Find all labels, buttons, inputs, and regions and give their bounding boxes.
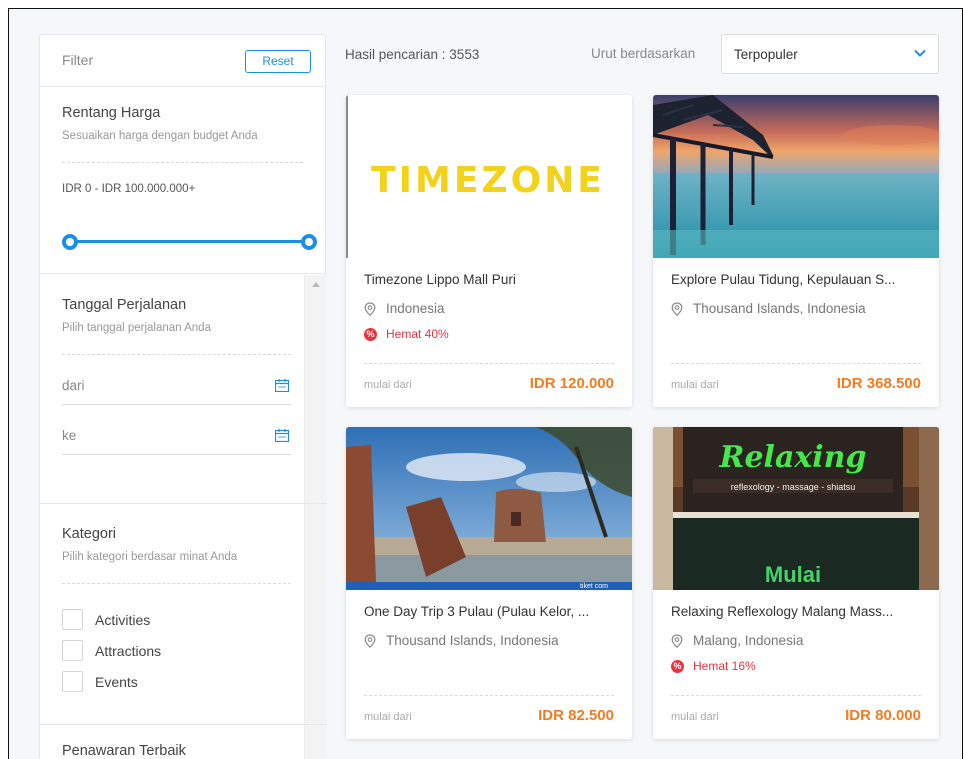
divider xyxy=(62,162,303,163)
price-slider-min-handle[interactable] xyxy=(62,234,78,250)
divider xyxy=(364,363,614,364)
reset-button[interactable]: Reset xyxy=(245,50,311,73)
bridge-sunset-illustration xyxy=(653,95,939,258)
card-price: IDR 80.000 xyxy=(845,707,921,724)
price-prefix: mulai dari xyxy=(671,711,719,723)
card-location: Thousand Islands, Indonesia xyxy=(364,633,559,648)
travel-date-subtitle: Pilih tanggal perjalanan Anda xyxy=(62,322,211,334)
checkbox[interactable] xyxy=(62,671,83,692)
category-option-label: Events xyxy=(95,673,138,690)
product-card[interactable]: TIMEZONE Timezone Lippo Mall Puri Indone… xyxy=(346,95,632,407)
price-slider-max-handle[interactable] xyxy=(301,234,317,250)
storefront-sign-text: Relaxing xyxy=(719,440,867,475)
card-location-text: Malang, Indonesia xyxy=(693,633,804,648)
price-prefix: mulai dari xyxy=(364,711,412,723)
category-option-events[interactable]: Events xyxy=(62,666,291,697)
spa-storefront-photo: Relaxing reflexology - massage - shiatsu… xyxy=(653,427,939,590)
divider xyxy=(671,363,921,364)
category-option-attractions[interactable]: Attractions xyxy=(62,635,291,666)
price-slider-track xyxy=(68,240,311,243)
card-title[interactable]: Relaxing Reflexology Malang Mass... xyxy=(671,604,923,619)
filter-sidebar: Filter Reset Rentang Harga Sesuaikan har… xyxy=(39,34,327,759)
fort-ruins-photo: tiket com xyxy=(346,427,632,590)
price-slider[interactable] xyxy=(62,234,317,250)
location-pin-icon xyxy=(671,301,683,316)
travel-date-title: Tanggal Perjalanan xyxy=(62,297,187,313)
category-option-label: Attractions xyxy=(95,642,162,659)
discount-badge: % Hemat 16% xyxy=(671,659,756,673)
location-pin-icon xyxy=(364,633,376,648)
best-offer-section: Penawaran Terbaik xyxy=(40,725,327,759)
timezone-logo-image: TIMEZONE xyxy=(346,95,632,258)
price-range-section: Rentang Harga Sesuaikan harga dengan bud… xyxy=(40,87,325,274)
divider xyxy=(671,695,921,696)
date-from-field[interactable]: dari xyxy=(62,365,291,405)
calendar-icon[interactable] xyxy=(275,379,289,392)
discount-text: Hemat 16% xyxy=(693,659,756,673)
divider xyxy=(364,695,614,696)
card-price: IDR 368.500 xyxy=(836,375,921,392)
card-location: Thousand Islands, Indonesia xyxy=(671,301,866,316)
discount-text: Hemat 40% xyxy=(386,327,449,341)
category-subtitle: Pilih kategori berdasar minat Anda xyxy=(62,551,238,563)
page-frame: Filter Reset Rentang Harga Sesuaikan har… xyxy=(8,8,963,759)
travel-date-section: Tanggal Perjalanan Pilih tanggal perjala… xyxy=(40,275,327,504)
location-pin-icon xyxy=(364,301,376,316)
sort-selected-value: Terpopuler xyxy=(734,47,798,62)
chevron-down-icon xyxy=(914,49,926,57)
product-card[interactable]: Relaxing reflexology - massage - shiatsu… xyxy=(653,427,939,739)
category-section: Kategori Pilih kategori berdasar minat A… xyxy=(40,504,327,725)
sort-label: Urut berdasarkan xyxy=(591,46,696,61)
filter-scroll-area: Tanggal Perjalanan Pilih tanggal perjala… xyxy=(40,275,327,759)
spa-storefront-illustration: Relaxing reflexology - massage - shiatsu… xyxy=(653,427,939,590)
calendar-icon[interactable] xyxy=(275,429,289,442)
date-from-placeholder: dari xyxy=(62,378,85,393)
discount-badge: % Hemat 40% xyxy=(364,327,449,341)
card-title[interactable]: Explore Pulau Tidung, Kepulauan S... xyxy=(671,272,923,287)
storefront-subtitle-text: reflexology - massage - shiatsu xyxy=(731,482,856,492)
category-option-label: Activities xyxy=(95,611,151,628)
results-count: Hasil pencarian : 3553 xyxy=(345,47,480,62)
date-to-placeholder: ke xyxy=(62,428,77,443)
card-location: Indonesia xyxy=(364,301,445,316)
card-title[interactable]: One Day Trip 3 Pulau (Pulau Kelor, ... xyxy=(364,604,616,619)
divider xyxy=(62,354,291,355)
card-location: Malang, Indonesia xyxy=(671,633,803,648)
timezone-logo: TIMEZONE xyxy=(371,160,605,201)
category-title: Kategori xyxy=(62,526,117,542)
checkbox[interactable] xyxy=(62,640,83,661)
product-card[interactable]: Explore Pulau Tidung, Kepulauan S... Tho… xyxy=(653,95,939,407)
filter-title: Filter xyxy=(62,52,94,68)
checkbox[interactable] xyxy=(62,609,83,630)
discount-icon: % xyxy=(671,659,684,673)
svg-text:TIMEZONE: TIMEZONE xyxy=(371,160,605,201)
fort-ruins-illustration: tiket com xyxy=(346,427,632,590)
sort-dropdown[interactable]: Terpopuler xyxy=(721,34,939,74)
best-offer-title: Penawaran Terbaik xyxy=(62,743,186,759)
card-price: IDR 82.500 xyxy=(538,707,614,724)
price-range-value: IDR 0 - IDR 100.000.000+ xyxy=(62,183,196,195)
divider xyxy=(62,583,291,584)
price-range-title: Rentang Harga xyxy=(62,105,161,121)
card-location-text: Thousand Islands, Indonesia xyxy=(386,633,559,648)
card-title[interactable]: Timezone Lippo Mall Puri xyxy=(364,272,616,287)
date-to-field[interactable]: ke xyxy=(62,415,291,455)
price-prefix: mulai dari xyxy=(364,379,412,391)
card-location-text: Thousand Islands, Indonesia xyxy=(693,301,866,316)
bridge-sunset-photo xyxy=(653,95,939,258)
discount-icon: % xyxy=(364,327,377,341)
card-price: IDR 120.000 xyxy=(529,375,614,392)
card-location-text: Indonesia xyxy=(386,301,445,316)
category-option-activities[interactable]: Activities xyxy=(62,604,291,635)
price-prefix: mulai dari xyxy=(671,379,719,391)
price-range-subtitle: Sesuaikan harga dengan budget Anda xyxy=(62,130,258,142)
location-pin-icon xyxy=(671,633,683,648)
watermark-text: tiket com xyxy=(580,583,608,590)
storefront-lower-text: Mulai xyxy=(765,562,821,587)
product-card[interactable]: tiket com One Day Trip 3 Pulau (Pulau Ke… xyxy=(346,427,632,739)
filter-header: Filter Reset xyxy=(40,35,325,87)
